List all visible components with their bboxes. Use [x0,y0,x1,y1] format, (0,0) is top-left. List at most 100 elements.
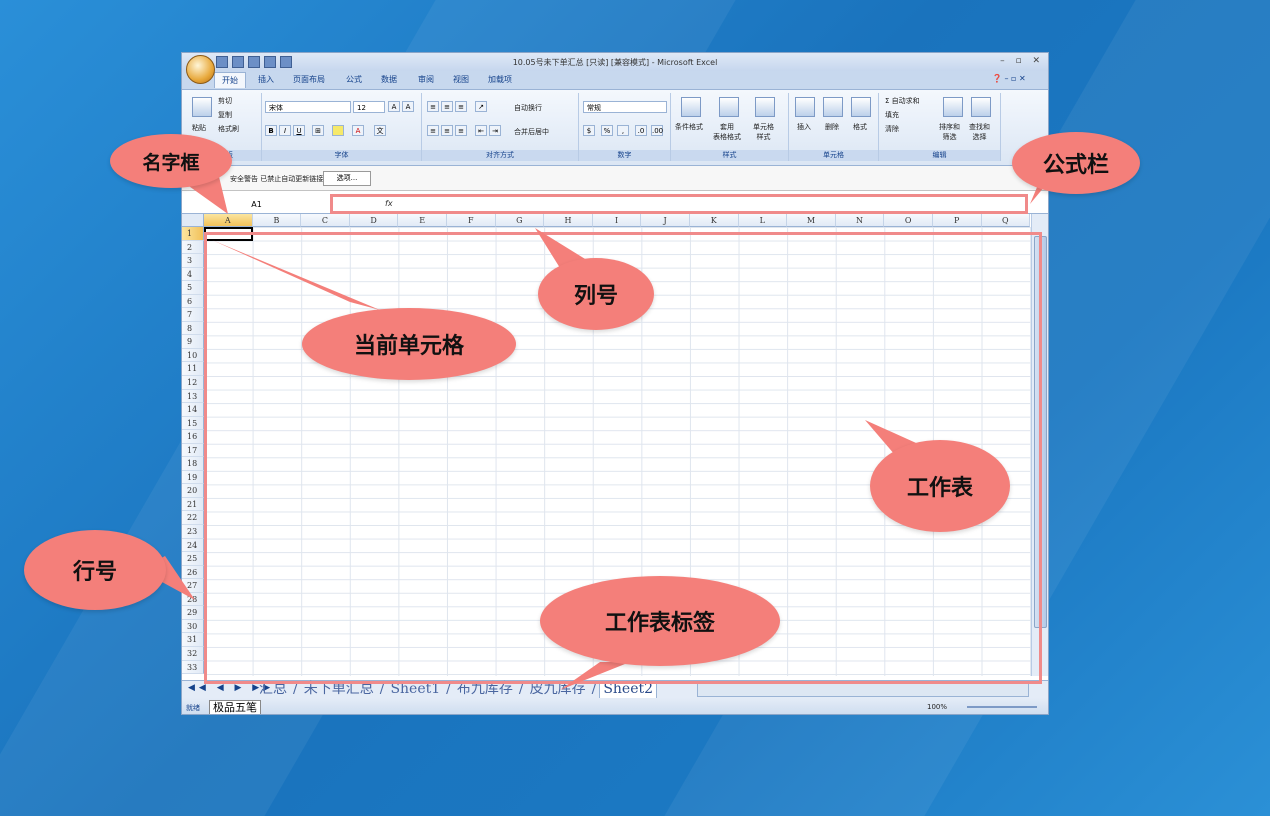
sort-filter-icon[interactable] [943,97,963,117]
column-header[interactable]: Q [981,214,1031,227]
delete-button[interactable]: 删除 [825,122,839,132]
font-name-select[interactable]: 宋体 [265,101,351,113]
cut-button[interactable]: 剪切 [218,96,232,106]
zoom-slider[interactable] [967,706,1037,708]
zoom-level[interactable]: 100% [927,703,947,711]
align-left-icon[interactable]: ≡ [427,125,439,136]
row-header[interactable]: 31 [182,633,204,647]
orientation-icon[interactable]: ↗ [475,101,487,112]
merge-center-button[interactable]: 合并后居中 [514,127,549,137]
table-format-button[interactable]: 套用 表格格式 [713,122,741,142]
row-header[interactable]: 8 [182,321,204,336]
increase-indent-icon[interactable]: ⇥ [489,125,501,136]
column-header[interactable]: P [932,214,982,227]
font-color-icon[interactable]: A [352,125,364,136]
tab-review[interactable]: 审阅 [418,74,434,85]
column-header[interactable]: N [835,214,885,227]
grow-font-icon[interactable]: A [388,101,400,112]
decrease-indent-icon[interactable]: ⇤ [475,125,487,136]
column-header[interactable]: M [787,214,836,227]
column-header[interactable]: F [446,214,496,227]
format-painter-button[interactable]: 格式刷 [218,124,239,134]
column-header[interactable]: E [398,214,447,227]
tab-home[interactable]: 开始 [214,72,246,88]
select-all-corner[interactable] [182,214,204,227]
insert-cells-icon[interactable] [795,97,815,117]
column-header[interactable]: H [544,214,593,227]
autosum-button[interactable]: Σ 自动求和 [885,96,920,106]
row-header[interactable]: 20 [182,484,204,498]
row-header[interactable]: 18 [182,457,204,471]
tab-formulas[interactable]: 公式 [346,74,362,85]
row-header[interactable]: 29 [182,606,204,620]
align-top-icon[interactable]: ≡ [427,101,439,112]
row-header[interactable]: 26 [182,565,204,580]
border-icon[interactable]: ⊞ [312,125,324,136]
column-header[interactable]: G [495,214,545,227]
align-middle-icon[interactable]: ≡ [441,101,453,112]
percent-button[interactable]: % [601,125,613,136]
find-select-icon[interactable] [971,97,991,117]
clear-button[interactable]: 清除 [885,124,899,134]
increase-decimal-icon[interactable]: .0 [635,125,647,136]
phonetic-icon[interactable]: 文 [374,125,386,136]
format-button[interactable]: 格式 [853,122,867,132]
row-header[interactable]: 9 [182,335,204,349]
row-header[interactable]: 16 [182,430,204,444]
tab-data[interactable]: 数据 [381,74,397,85]
insert-button[interactable]: 插入 [797,122,811,132]
row-header[interactable]: 28 [182,592,204,607]
copy-button[interactable]: 复制 [218,110,232,120]
column-header[interactable]: B [252,214,302,227]
row-header[interactable]: 5 [182,281,204,295]
row-header[interactable]: 22 [182,511,204,526]
decrease-decimal-icon[interactable]: .00 [651,125,663,136]
comma-icon[interactable]: , [617,125,629,136]
row-header[interactable]: 12 [182,376,204,390]
underline-button[interactable]: U [293,125,305,136]
row-header[interactable]: 24 [182,538,204,553]
tab-page-layout[interactable]: 页面布局 [293,74,325,85]
row-header[interactable]: 19 [182,470,204,485]
fill-color-icon[interactable] [332,125,344,136]
table-format-icon[interactable] [719,97,739,117]
cell-styles-icon[interactable] [755,97,775,117]
cell-styles-button[interactable]: 单元格 样式 [753,122,774,142]
row-header[interactable]: 3 [182,254,204,268]
conditional-format-icon[interactable] [681,97,701,117]
find-select-button[interactable]: 查找和 选择 [969,122,990,142]
row-header[interactable]: 11 [182,362,204,377]
horizontal-scrollbar[interactable] [697,683,1029,697]
help-icon[interactable]: ❓ – ▫ ✕ [992,74,1026,83]
fill-button[interactable]: 填充 [885,110,899,120]
row-header[interactable]: 7 [182,308,204,322]
row-header[interactable]: 21 [182,497,204,512]
column-header[interactable]: I [592,214,642,227]
row-header[interactable]: 15 [182,416,204,431]
window-controls[interactable]: – ▫ ✕ [1000,56,1044,66]
paste-icon[interactable] [192,97,212,117]
delete-cells-icon[interactable] [823,97,843,117]
column-header[interactable]: D [349,214,399,227]
tab-insert[interactable]: 插入 [258,74,274,85]
tab-addins[interactable]: 加载项 [488,74,512,85]
row-header[interactable]: 13 [182,389,204,404]
paste-button[interactable]: 粘贴 [192,123,206,133]
wrap-text-button[interactable]: 自动换行 [514,103,542,113]
office-button[interactable] [186,55,215,84]
row-header[interactable]: 1 [182,227,204,241]
sort-filter-button[interactable]: 排序和 筛选 [939,122,960,142]
row-header[interactable]: 10 [182,348,204,363]
column-header[interactable]: L [738,214,788,227]
column-header[interactable]: K [689,214,739,227]
row-header[interactable]: 33 [182,660,204,675]
name-box[interactable]: A1 [182,196,332,213]
tab-view[interactable]: 视图 [453,74,469,85]
row-header[interactable]: 25 [182,552,204,566]
conditional-format-button[interactable]: 条件格式 [675,122,703,132]
row-header[interactable]: 17 [182,443,204,458]
number-format-select[interactable]: 常规 [583,101,667,113]
column-header[interactable]: J [641,214,690,227]
row-header[interactable]: 23 [182,525,204,539]
column-header[interactable]: A [204,214,253,227]
